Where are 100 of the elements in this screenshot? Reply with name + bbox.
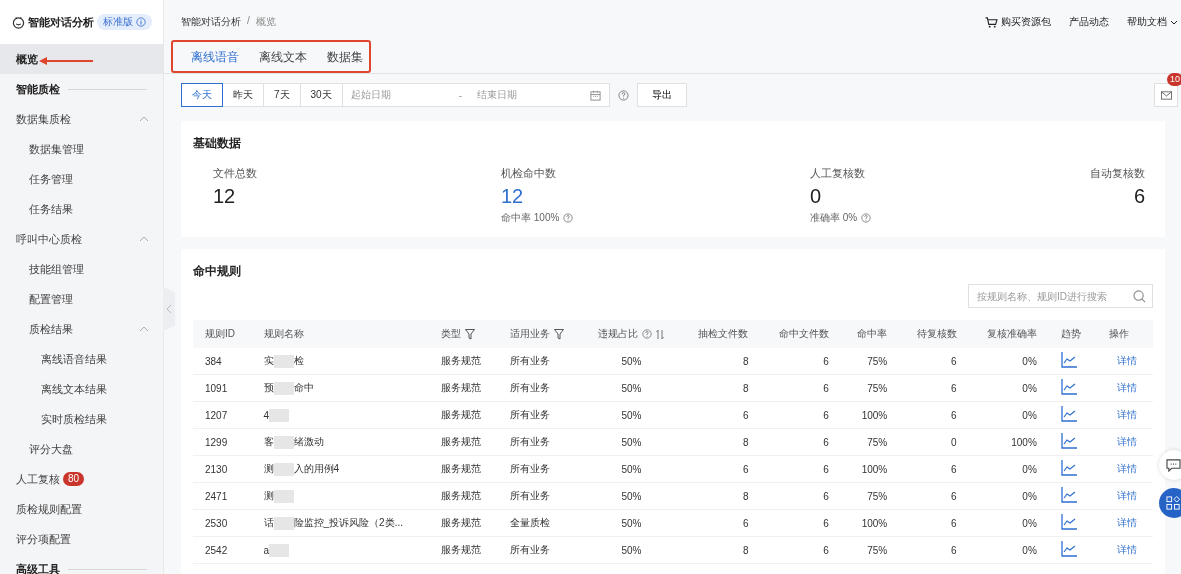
nav-group[interactable]: 呼叫中心质检 [0, 224, 163, 254]
nav-item[interactable]: 离线文本结果 [0, 374, 163, 404]
column-header: 复核准确率 [986, 327, 1037, 341]
date-range-button[interactable]: 昨天 [223, 83, 264, 107]
table-cell: 0% [968, 509, 1049, 537]
nav-item[interactable]: 概览 [0, 44, 163, 74]
help-icon[interactable] [642, 329, 653, 339]
collapse-handle[interactable] [163, 287, 175, 331]
line-chart-icon[interactable] [1060, 406, 1077, 422]
nav-item[interactable]: 质检规则配置 [0, 494, 163, 524]
table-cell: 6 [760, 509, 841, 537]
nav-item[interactable]: 数据集管理 [0, 134, 163, 164]
date-range-button[interactable]: 30天 [300, 83, 343, 107]
mail-button[interactable] [1154, 83, 1178, 107]
details-link[interactable]: 详情 [1116, 544, 1137, 555]
table-cell: 2130 [193, 455, 252, 483]
breadcrumb-separator: / [247, 15, 250, 28]
table-cell: 服务规范 [428, 509, 499, 537]
table-cell: 6 [760, 482, 841, 510]
line-chart-icon[interactable] [1060, 433, 1077, 449]
table-cell: 75% [840, 348, 900, 375]
stat-label: 人工复核数 [810, 166, 865, 181]
details-link[interactable]: 详情 [1116, 355, 1137, 366]
nav-item[interactable]: 技能组管理 [0, 254, 163, 284]
redaction-blur [273, 381, 294, 395]
table-cell: 6 [760, 401, 841, 429]
stat-note: 命中率 100% [501, 211, 560, 225]
table-cell: 2530 [193, 509, 252, 537]
header-link[interactable]: 帮助文档 [1127, 15, 1178, 29]
table-cell: 6 [680, 509, 761, 537]
header-link[interactable]: 购买资源包 [985, 15, 1051, 29]
details-link[interactable]: 详情 [1116, 409, 1137, 420]
info-icon [136, 17, 146, 27]
date-range-button[interactable]: 今天 [181, 83, 223, 107]
redaction-blur [269, 543, 290, 557]
nav-group[interactable]: 数据集质检 [0, 104, 163, 134]
table-cell: 100% [968, 428, 1049, 456]
line-chart-icon[interactable] [1060, 379, 1077, 395]
stat-value: 12 [213, 185, 236, 208]
line-chart-icon[interactable] [1060, 352, 1077, 368]
filter-icon[interactable] [464, 328, 475, 340]
line-chart-icon[interactable] [1060, 487, 1077, 503]
breadcrumb-link[interactable]: 智能对话分析 [181, 15, 241, 29]
table-cell: 0% [968, 348, 1049, 375]
table-cell: 0% [968, 401, 1049, 429]
tab[interactable]: 离线文本 [249, 44, 317, 73]
help-icon[interactable] [563, 213, 574, 223]
details-link[interactable]: 详情 [1116, 436, 1137, 447]
search-icon[interactable] [1133, 290, 1146, 303]
rule-name-start: 客 [263, 435, 274, 449]
nav-item[interactable]: 任务管理 [0, 164, 163, 194]
column-header: 规则名称 [263, 327, 304, 341]
card-title: 命中规则 [193, 263, 242, 280]
edition-badge[interactable]: 标准版 [97, 14, 152, 30]
details-link[interactable]: 详情 [1116, 463, 1137, 474]
table-cell: 服务规范 [428, 374, 499, 402]
rule-name-end: 绪激动 [293, 435, 324, 449]
export-button[interactable]: 导出 [636, 83, 687, 107]
tab[interactable]: 离线语音 [181, 44, 249, 73]
search-field[interactable]: 按规则名称、规则ID进行搜索 [968, 284, 1153, 308]
table-cell: 所有业务 [498, 536, 583, 564]
sort-icon[interactable] [656, 328, 665, 340]
line-chart-icon[interactable] [1060, 460, 1077, 476]
nav-item[interactable]: 离线语音结果 [0, 344, 163, 374]
redaction-blur [273, 435, 294, 449]
calendar-icon [589, 89, 601, 101]
breadcrumb-current: 概览 [255, 15, 276, 29]
header-link[interactable]: 产品动态 [1069, 15, 1109, 29]
line-chart-icon[interactable] [1060, 514, 1077, 530]
stat-label: 文件总数 [213, 166, 257, 181]
table-cell: 6 [760, 348, 841, 375]
details-link[interactable]: 详情 [1116, 517, 1137, 528]
rule-name-start: 4 [263, 409, 270, 421]
nav-item[interactable]: 人工复核 80 [0, 464, 163, 494]
details-link[interactable]: 详情 [1116, 490, 1137, 501]
table-cell: 所有业务 [498, 401, 583, 429]
nav-item[interactable]: 实时质检结果 [0, 404, 163, 434]
rule-name-end: 检 [293, 354, 304, 368]
nav-item[interactable]: 评分大盘 [0, 434, 163, 464]
nav-item[interactable]: 评分项配置 [0, 524, 163, 554]
table-cell: 服务规范 [428, 428, 499, 456]
table-cell: 所有业务 [498, 428, 583, 456]
help-icon[interactable] [861, 213, 872, 223]
robot-icon [12, 15, 25, 29]
nav-section-title: 高级工具 [16, 561, 60, 574]
table-cell: 75% [840, 536, 900, 564]
nav-item[interactable]: 任务结果 [0, 194, 163, 224]
tab[interactable]: 数据集 [317, 44, 373, 73]
nav-group[interactable]: 质检结果 [0, 314, 163, 344]
nav-item[interactable]: 配置管理 [0, 284, 163, 314]
filter-icon[interactable] [554, 328, 565, 340]
stat-label: 自动复核数 [1090, 166, 1145, 181]
date-range-button[interactable]: 7天 [264, 83, 301, 107]
help-icon[interactable] [617, 89, 629, 101]
end-date-placeholder: 结束日期 [476, 88, 518, 102]
table-cell: 6 [899, 482, 969, 510]
line-chart-icon[interactable] [1060, 541, 1077, 557]
table-cell: 50% [582, 482, 681, 510]
date-separator: - [458, 89, 464, 101]
details-link[interactable]: 详情 [1116, 382, 1137, 393]
